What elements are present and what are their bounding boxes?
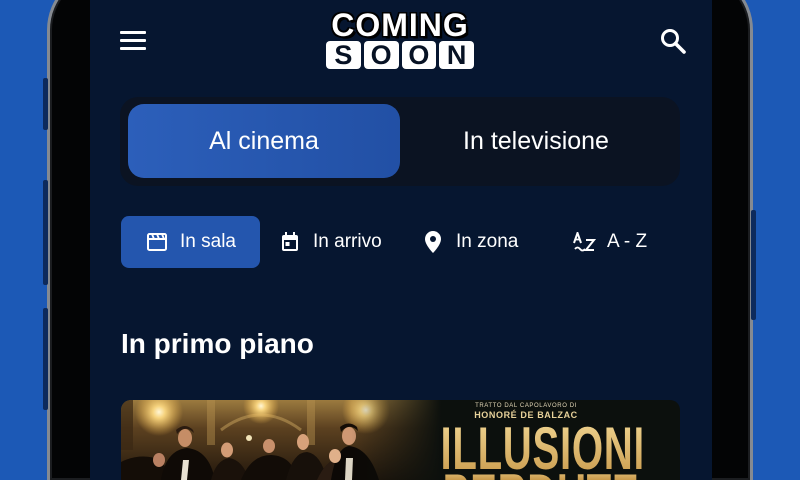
featured-movie-banner[interactable]: TRATTO DAL CAPOLAVORO DI HONORÉ DE BALZA…	[121, 400, 680, 480]
phone-side-button	[43, 180, 48, 285]
filter-a-z[interactable]: A - Z	[547, 216, 647, 268]
tab-in-televisione[interactable]: In televisione	[400, 104, 672, 178]
hamburger-menu-icon[interactable]	[120, 31, 146, 50]
logo-letter-block: S	[326, 41, 361, 70]
search-icon[interactable]	[659, 27, 687, 55]
cinema-tv-switch: Al cinema In televisione	[120, 97, 680, 186]
poster-caption: TRATTO DAL CAPOLAVORO DI	[475, 403, 577, 409]
sort-by-alpha-icon	[573, 232, 597, 252]
filter-in-sala[interactable]: In sala	[121, 216, 260, 268]
logo-bottom-blocks: S O O N	[326, 41, 474, 70]
filter-in-zona[interactable]: In zona	[399, 216, 518, 268]
filter-label: In arrivo	[313, 231, 382, 252]
movie-clapper-icon	[147, 233, 167, 251]
phone-side-button	[751, 210, 756, 320]
logo-top-text: COMING	[331, 7, 469, 43]
featured-movie-image	[121, 400, 441, 480]
tab-al-cinema[interactable]: Al cinema	[128, 104, 400, 178]
app-screen: COMING S O O N Al cinema In televisione …	[90, 0, 712, 480]
logo-letter-block: O	[401, 41, 437, 70]
filter-label: In sala	[180, 231, 236, 252]
filter-label: In zona	[456, 231, 519, 252]
phone-side-button	[43, 78, 48, 130]
phone-side-button	[43, 308, 48, 410]
section-title: In primo piano	[121, 328, 314, 359]
calendar-icon	[281, 232, 299, 252]
filter-label: A - Z	[607, 231, 648, 252]
coming-soon-logo[interactable]: COMING S O O N	[326, 7, 474, 70]
filter-in-arrivo[interactable]: In arrivo	[255, 216, 382, 268]
poster-title-line2: PERDUTE	[441, 466, 642, 480]
location-pin-icon	[425, 231, 441, 253]
logo-letter-block: O	[363, 41, 399, 70]
logo-letter-block: N	[439, 41, 474, 70]
